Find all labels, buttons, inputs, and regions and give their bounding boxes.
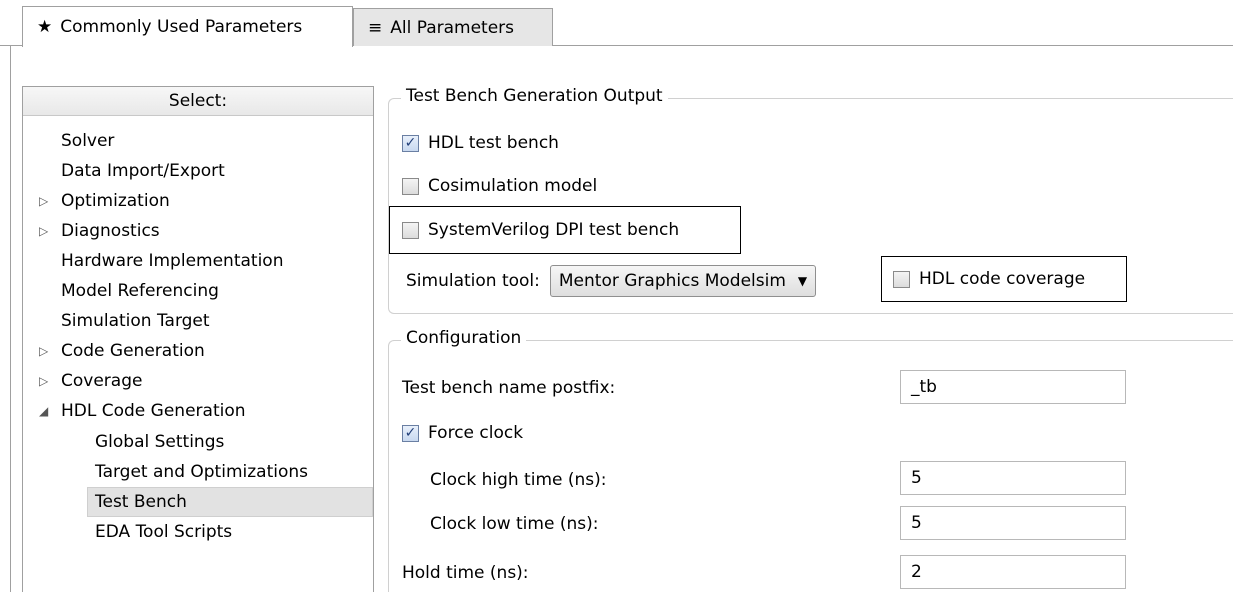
hold-time-value: 2 (911, 562, 922, 582)
simulation-tool-label: Simulation tool: (406, 271, 540, 291)
hdl-test-bench-row[interactable]: ✓ HDL test bench (402, 130, 559, 156)
tree-item-label: Model Referencing (61, 281, 219, 301)
checkmark-icon: ✓ (404, 425, 417, 441)
simulation-tool-value: Mentor Graphics Modelsim (558, 271, 786, 291)
collapse-arrow-icon[interactable]: ◢ (39, 404, 53, 418)
cosimulation-model-label: Cosimulation model (428, 176, 598, 196)
group-title: Configuration (401, 328, 527, 348)
tab-strip-line (553, 45, 1233, 46)
tree-item-label: Solver (61, 131, 115, 151)
tree-item-label: Test Bench (95, 492, 187, 512)
tree-item-label: Simulation Target (61, 311, 210, 331)
tab-all-parameters[interactable]: ≡ All Parameters (353, 8, 553, 46)
tree-item-label: Data Import/Export (61, 161, 225, 181)
postfix-input[interactable]: _tb (900, 370, 1126, 404)
clock-high-value: 5 (911, 468, 922, 488)
clock-high-input[interactable]: 5 (900, 461, 1126, 495)
tree-item-label: Optimization (61, 191, 170, 211)
tree-item-global-settings[interactable]: Global Settings (95, 427, 224, 457)
tree-item-simulation-target[interactable]: Simulation Target (61, 306, 210, 336)
tree-item-data-import-export[interactable]: Data Import/Export (61, 156, 225, 186)
postfix-label: Test bench name postfix: (402, 378, 616, 398)
clock-low-input[interactable]: 5 (900, 506, 1126, 540)
checkmark-icon: ✓ (404, 135, 417, 151)
tab-strip-line-left (0, 45, 22, 46)
tree-item-label: Coverage (61, 371, 143, 391)
hold-time-label-row: Hold time (ns): (402, 560, 529, 586)
tree-item-label: Target and Optimizations (95, 462, 308, 482)
clock-low-label-row: Clock low time (ns): (430, 511, 598, 537)
expand-arrow-icon[interactable]: ▷ (39, 194, 53, 208)
hold-time-input[interactable]: 2 (900, 555, 1126, 589)
content-border (10, 45, 11, 592)
tree-item-solver[interactable]: Solver (61, 126, 114, 156)
tree-item-diagnostics[interactable]: ▷ Diagnostics (39, 216, 160, 246)
hdl-test-bench-checkbox[interactable]: ✓ (402, 134, 419, 152)
tree-item-label: Global Settings (95, 432, 225, 452)
systemverilog-dpi-label: SystemVerilog DPI test bench (428, 220, 680, 240)
chevron-down-icon: ▼ (797, 274, 808, 288)
systemverilog-dpi-checkbox[interactable] (402, 221, 419, 239)
simulation-tool-row: Simulation tool: Mentor Graphics Modelsi… (406, 264, 817, 298)
tree-item-label: Hardware Implementation (61, 251, 284, 271)
tree-item-target-and-optimizations[interactable]: Target and Optimizations (95, 457, 308, 487)
tree-header-label: Select: (168, 91, 228, 111)
tree-item-label: EDA Tool Scripts (95, 522, 233, 542)
clock-high-label: Clock high time (ns): (430, 470, 607, 490)
tab-label: All Parameters (390, 17, 515, 38)
hdl-code-coverage-label: HDL code coverage (919, 269, 1086, 289)
tree-item-code-generation[interactable]: ▷ Code Generation (39, 336, 205, 366)
clock-low-label: Clock low time (ns): (430, 514, 599, 534)
force-clock-label: Force clock (428, 423, 524, 443)
tree-header: Select: (23, 87, 373, 116)
list-icon: ≡ (368, 17, 383, 38)
clock-high-label-row: Clock high time (ns): (430, 467, 607, 493)
force-clock-row[interactable]: ✓ Force clock (402, 420, 523, 446)
hdl-code-coverage-checkbox[interactable] (893, 270, 910, 288)
cosimulation-model-checkbox[interactable] (402, 177, 419, 195)
group-title: Test Bench Generation Output (401, 86, 668, 106)
tree-item-hdl-code-generation[interactable]: ◢ HDL Code Generation (39, 396, 246, 426)
simulation-tool-dropdown[interactable]: Mentor Graphics Modelsim ▼ (549, 265, 817, 297)
cosimulation-model-row[interactable]: Cosimulation model (402, 173, 597, 199)
postfix-value: _tb (911, 377, 937, 397)
tree-item-model-referencing[interactable]: Model Referencing (61, 276, 219, 306)
hold-time-label: Hold time (ns): (402, 563, 529, 583)
star-icon: ★ (37, 17, 53, 37)
expand-arrow-icon[interactable]: ▷ (39, 374, 53, 388)
tab-label: Commonly Used Parameters (60, 17, 303, 37)
force-clock-checkbox[interactable]: ✓ (402, 424, 419, 442)
tree-item-label: Code Generation (61, 341, 205, 361)
tree-item-coverage[interactable]: ▷ Coverage (39, 366, 143, 396)
tree-item-hardware-implementation[interactable]: Hardware Implementation (61, 246, 283, 276)
clock-low-value: 5 (911, 513, 922, 533)
tree-item-optimization[interactable]: ▷ Optimization (39, 186, 170, 216)
tree-item-test-bench[interactable]: Test Bench (87, 487, 373, 517)
postfix-label-row: Test bench name postfix: (402, 375, 615, 401)
category-tree[interactable]: Select: Solver Data Import/Export ▷ Optim… (22, 86, 374, 592)
systemverilog-dpi-row[interactable]: SystemVerilog DPI test bench (402, 217, 679, 243)
hdl-test-bench-label: HDL test bench (428, 133, 559, 153)
tree-item-label: HDL Code Generation (61, 401, 246, 421)
expand-arrow-icon[interactable]: ▷ (39, 344, 53, 358)
hdl-code-coverage-row[interactable]: HDL code coverage (893, 266, 1085, 292)
tab-commonly-used-parameters[interactable]: ★ Commonly Used Parameters (22, 6, 353, 47)
tree-item-label: Diagnostics (61, 221, 160, 241)
expand-arrow-icon[interactable]: ▷ (39, 224, 53, 238)
tree-item-eda-tool-scripts[interactable]: EDA Tool Scripts (95, 517, 232, 547)
